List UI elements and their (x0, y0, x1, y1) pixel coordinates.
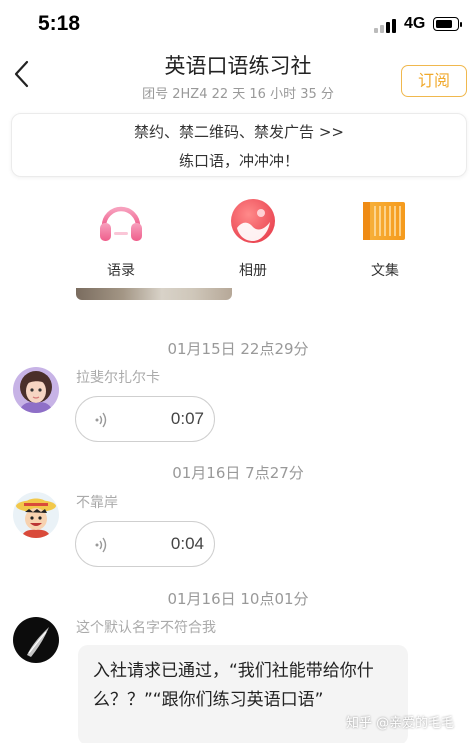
notice-card[interactable]: 禁约、禁二维码、禁发广告 >> 练口语，冲冲冲！ (11, 113, 467, 177)
sender-name: 不靠岸 (76, 495, 118, 511)
message-timestamp: 01月15日 22点29分 (167, 340, 309, 358)
subscribe-button[interactable]: 订阅 (401, 65, 467, 97)
book-icon (360, 196, 410, 246)
toolbar-label-quotes: 语录 (107, 263, 135, 279)
album-icon (228, 196, 278, 246)
watermark: 知乎 @亲爱的毛毛 (346, 716, 455, 731)
voice-message[interactable]: 0:04 (75, 521, 215, 567)
notice-slogan: 练口语，冲冲冲！ (178, 152, 299, 170)
sender-name: 这个默认名字不符合我 (76, 620, 216, 636)
network-label: 4G (404, 15, 426, 32)
avatar[interactable] (13, 367, 59, 413)
photo-message-thumbnail[interactable] (76, 288, 232, 300)
nav-header: 英语口语练习社 团号 2HZ4 22 天 16 小时 35 分 订阅 (0, 48, 476, 110)
voice-wave-icon (95, 537, 107, 553)
avatar[interactable] (13, 617, 59, 663)
voice-message[interactable]: 0:07 (75, 396, 215, 442)
battery-icon (433, 17, 462, 31)
toolbar-item-quotes[interactable]: 语录 (76, 196, 166, 280)
sender-name: 拉斐尔扎尔卡 (76, 370, 160, 386)
voice-wave-icon (95, 412, 107, 428)
toolbar-item-album[interactable]: 相册 (208, 196, 298, 280)
headphones-icon (96, 196, 146, 246)
avatar[interactable] (13, 492, 59, 538)
voice-duration: 0:04 (170, 534, 204, 553)
message-timestamp: 01月16日 10点01分 (167, 590, 309, 608)
message-timestamp: 01月16日 7点27分 (172, 464, 304, 482)
toolbar-label-album: 相册 (239, 263, 267, 279)
status-bar: 5:18 4G (0, 0, 476, 48)
toolbar-label-collection: 文集 (371, 263, 399, 279)
toolbar-item-collection[interactable]: 文集 (340, 196, 430, 280)
status-time: 5:18 (38, 12, 81, 35)
signal-icon (374, 17, 398, 33)
notice-rules[interactable]: 禁约、禁二维码、禁发广告 >> (12, 121, 466, 142)
voice-duration: 0:07 (170, 409, 204, 428)
